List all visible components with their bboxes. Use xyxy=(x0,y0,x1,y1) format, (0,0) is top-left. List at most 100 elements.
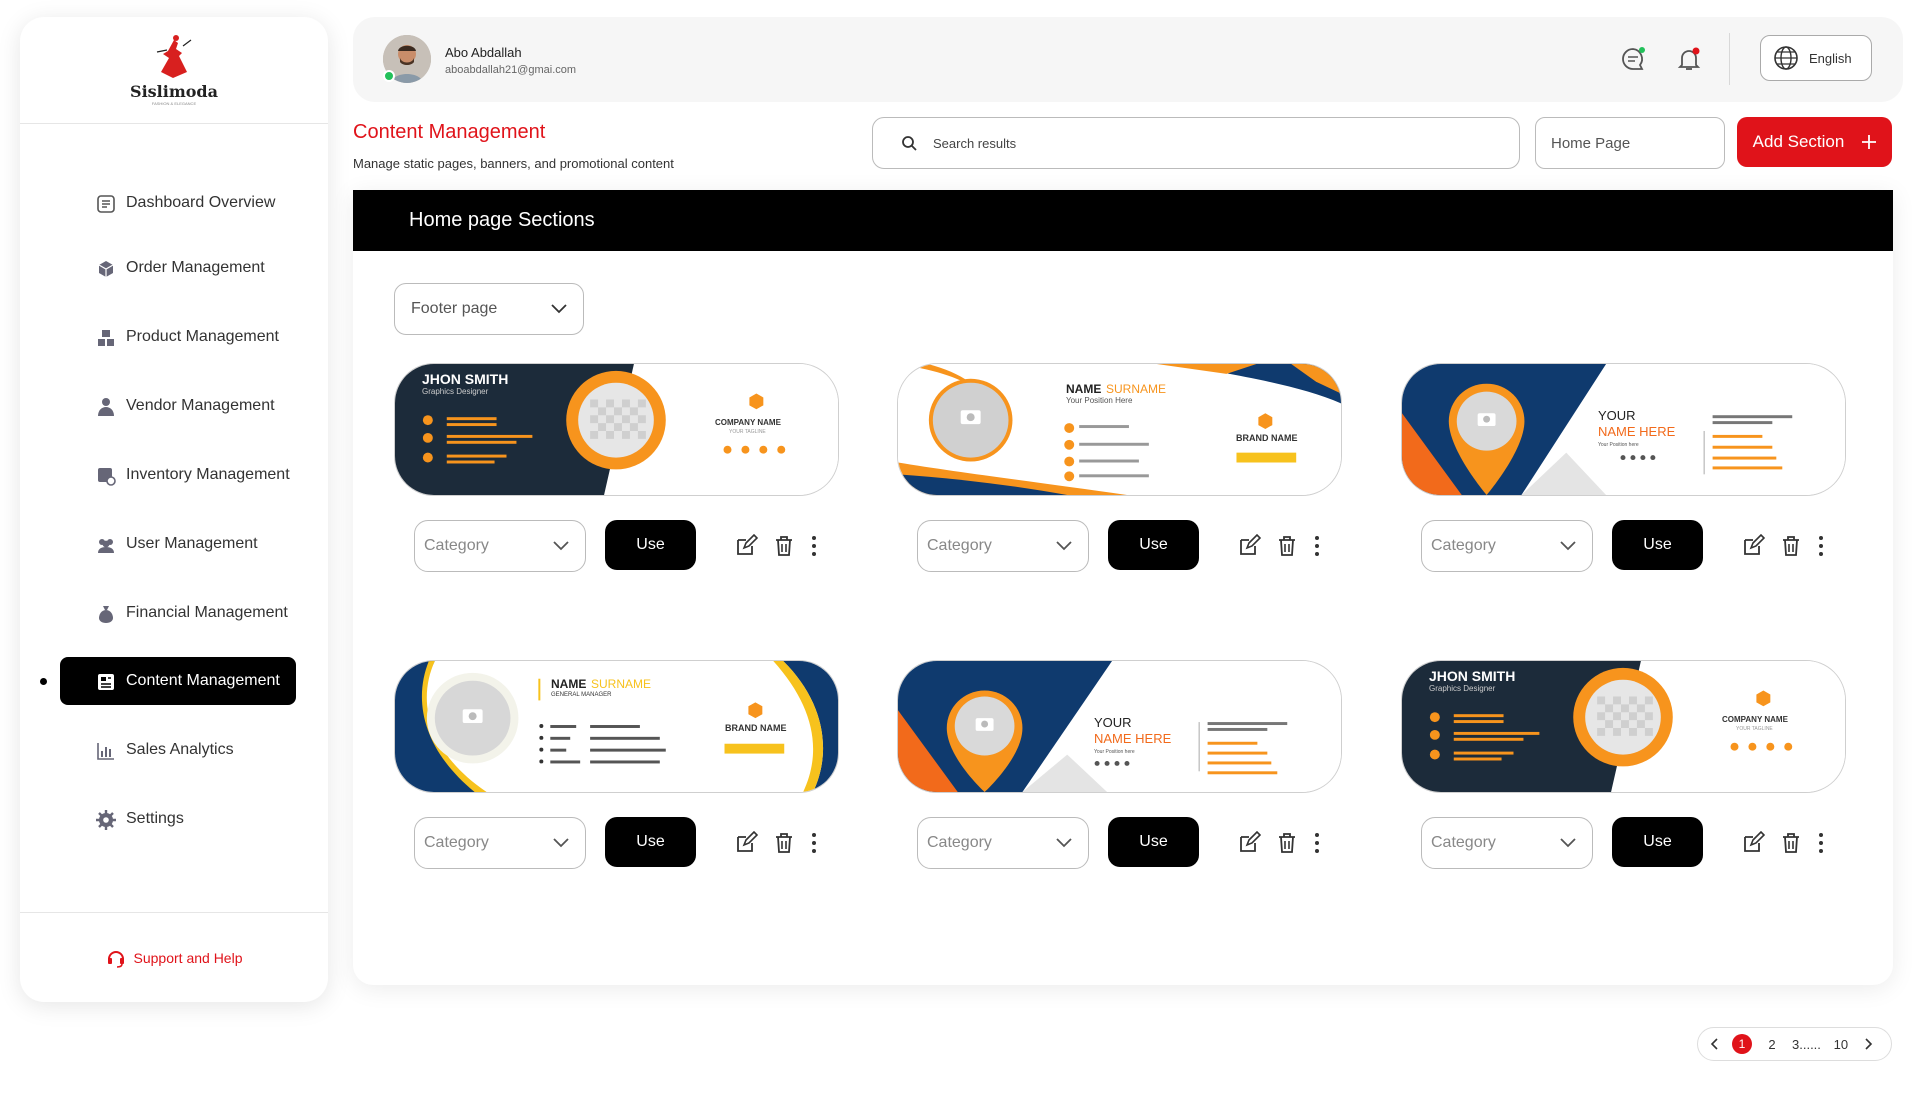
sidebar-item-products[interactable]: Product Management xyxy=(60,313,296,361)
sidebar-item-label: Content Management xyxy=(126,672,280,689)
add-section-button[interactable]: Add Section xyxy=(1737,117,1892,167)
sidebar-item-analytics[interactable]: Sales Analytics xyxy=(60,726,296,774)
inventory-icon xyxy=(98,468,116,486)
language-label: English xyxy=(1809,50,1852,66)
sections-panel: Home page Sections Footer page JHON SMIT… xyxy=(353,190,1893,985)
signature-name-line2: NAME HERE xyxy=(1598,424,1676,439)
signature-name: JHON SMITH xyxy=(1429,668,1516,684)
trash-icon[interactable] xyxy=(772,534,796,558)
category-dropdown[interactable]: Category xyxy=(414,520,586,572)
use-button[interactable]: Use xyxy=(1108,817,1199,867)
bell-icon[interactable] xyxy=(1675,45,1703,73)
sidebar-item-content[interactable]: Content Management xyxy=(60,657,296,705)
sidebar-item-label: Financial Management xyxy=(126,604,288,621)
sidebar-item-inventory[interactable]: Inventory Management xyxy=(60,451,296,499)
edit-icon[interactable] xyxy=(1741,831,1765,855)
page-2[interactable]: 2 xyxy=(1762,1034,1782,1054)
sidebar-item-label: Product Management xyxy=(126,328,279,345)
category-dropdown[interactable]: Category xyxy=(414,817,586,869)
page-3[interactable]: 3...... xyxy=(1792,1037,1821,1052)
email-signature-preview[interactable]: JHON SMITH Graphics Designer COMPANY NAM… xyxy=(394,363,839,496)
category-dropdown[interactable]: Category xyxy=(917,817,1089,869)
sidebar-item-label: Dashboard Overview xyxy=(126,194,276,211)
use-button[interactable]: Use xyxy=(1612,520,1703,570)
sidebar-item-vendors[interactable]: Vendor Management xyxy=(60,382,296,430)
sidebar-item-label: Sales Analytics xyxy=(126,741,234,758)
more-options-icon[interactable] xyxy=(1305,831,1329,855)
chevron-right-icon[interactable] xyxy=(1861,1037,1875,1051)
email-signature-preview[interactable]: YOUR NAME HERE Your Position here xyxy=(897,660,1342,793)
sidebar-item-financial[interactable]: Financial Management xyxy=(60,589,296,637)
user-email: aboabdallah21@gmai.com xyxy=(445,64,577,76)
use-label: Use xyxy=(636,833,665,850)
signature-role: Your Position Here xyxy=(1066,396,1133,405)
chevron-down-icon xyxy=(1056,541,1072,551)
edit-icon[interactable] xyxy=(1741,534,1765,558)
signature-role: Graphics Designer xyxy=(422,387,489,396)
signature-name-line1: YOUR xyxy=(1094,715,1132,730)
more-options-icon[interactable] xyxy=(1809,831,1833,855)
trash-icon[interactable] xyxy=(1275,534,1299,558)
sidebar-item-settings[interactable]: Settings xyxy=(60,795,296,843)
edit-icon[interactable] xyxy=(1237,534,1261,558)
email-signature-preview[interactable]: NAME SURNAME Your Position Here BRAND NA… xyxy=(897,363,1342,496)
sidebar-item-label: User Management xyxy=(126,535,258,552)
sections-panel-header: Home page Sections xyxy=(353,190,1893,251)
sidebar-item-dashboard[interactable]: Dashboard Overview xyxy=(60,179,296,227)
edit-icon[interactable] xyxy=(1237,831,1261,855)
more-options-icon[interactable] xyxy=(802,534,826,558)
use-button[interactable]: Use xyxy=(1612,817,1703,867)
trash-icon[interactable] xyxy=(1779,831,1803,855)
trash-icon[interactable] xyxy=(1275,831,1299,855)
language-selector[interactable]: English xyxy=(1760,35,1872,81)
page-10[interactable]: 10 xyxy=(1831,1034,1851,1054)
sidebar-item-orders[interactable]: Order Management xyxy=(60,244,296,292)
category-dropdown[interactable]: Category xyxy=(1421,520,1593,572)
edit-icon[interactable] xyxy=(734,534,758,558)
search-input[interactable]: Search results xyxy=(872,117,1520,169)
use-button[interactable]: Use xyxy=(605,520,696,570)
signature-role: GENERAL MANAGER xyxy=(551,692,612,698)
chevron-left-icon[interactable] xyxy=(1708,1037,1722,1051)
category-dropdown[interactable]: Category xyxy=(917,520,1089,572)
top-bar: Abo Abdallah aboabdallah21@gmai.com Engl… xyxy=(353,17,1903,102)
content-icon xyxy=(98,674,114,690)
trash-icon[interactable] xyxy=(772,831,796,855)
category-dropdown[interactable]: Category xyxy=(1421,817,1593,869)
chat-icon[interactable] xyxy=(1619,45,1647,73)
brand-name: Sislimoda xyxy=(130,82,218,101)
support-link[interactable]: Support and Help xyxy=(20,912,328,1002)
page-select[interactable]: Home Page xyxy=(1535,117,1725,169)
gear-icon xyxy=(96,810,116,830)
support-label: Support and Help xyxy=(133,949,243,966)
more-options-icon[interactable] xyxy=(1809,534,1833,558)
page-title: Content Management xyxy=(353,121,546,143)
signature-name: JHON SMITH xyxy=(422,371,509,387)
dancer-logo-icon xyxy=(156,35,192,78)
users-icon xyxy=(98,539,114,553)
more-options-icon[interactable] xyxy=(1305,534,1329,558)
page-filter-dropdown[interactable]: Footer page xyxy=(394,283,584,335)
edit-icon[interactable] xyxy=(734,831,758,855)
headset-icon xyxy=(107,950,124,968)
signature-name: NAME xyxy=(551,677,587,691)
signature-name-line1: YOUR xyxy=(1598,408,1636,423)
brand-logo[interactable]: Sislimoda FASHION & ELEGANCE xyxy=(20,17,328,124)
chevron-down-icon xyxy=(1056,838,1072,848)
email-signature-preview[interactable]: NAME SURNAME GENERAL MANAGER BRAND NAME xyxy=(394,660,839,793)
active-indicator-dot xyxy=(40,678,47,685)
email-signature-preview[interactable]: YOUR NAME HERE Your Position here xyxy=(1401,363,1846,496)
use-label: Use xyxy=(1643,536,1672,553)
email-signature-preview[interactable]: JHON SMITH Graphics Designer COMPANY NAM… xyxy=(1401,660,1846,793)
topbar-divider xyxy=(1729,33,1730,85)
globe-icon xyxy=(1774,46,1798,70)
more-options-icon[interactable] xyxy=(802,831,826,855)
sidebar-item-label: Vendor Management xyxy=(126,397,275,414)
use-button[interactable]: Use xyxy=(1108,520,1199,570)
page-filter-value: Footer page xyxy=(411,300,498,317)
sidebar-item-users[interactable]: User Management xyxy=(60,520,296,568)
trash-icon[interactable] xyxy=(1779,534,1803,558)
pagination: 1 2 3...... 10 xyxy=(1697,1027,1892,1061)
use-button[interactable]: Use xyxy=(605,817,696,867)
page-1[interactable]: 1 xyxy=(1732,1034,1752,1054)
